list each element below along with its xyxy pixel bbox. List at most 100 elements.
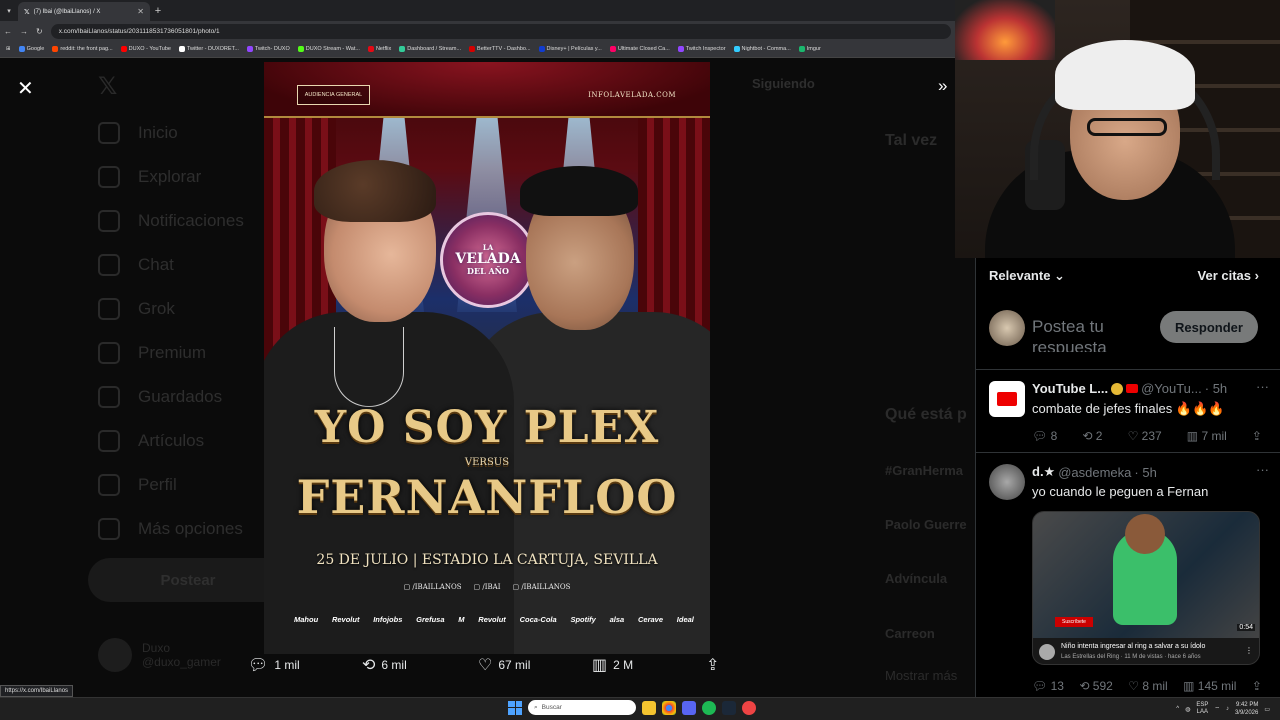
- reply-submit-button[interactable]: Responder: [1160, 311, 1258, 343]
- tab-search-icon[interactable]: ▾: [0, 7, 18, 15]
- bookmark-item[interactable]: Twitter - DUXORET...: [178, 46, 239, 52]
- reply-composer: Postea tu respuesta Responder: [976, 298, 1280, 370]
- fighter-right-hair: [520, 166, 638, 216]
- more-icon[interactable]: ···: [1256, 379, 1269, 394]
- bookmark-item[interactable]: Ultimate Closed Ca...: [609, 46, 670, 52]
- reply-input[interactable]: Postea tu respuesta: [1032, 316, 1152, 352]
- share-button[interactable]: ⇪: [706, 655, 719, 675]
- bookmark-item[interactable]: reddit: the front pag...: [52, 46, 113, 52]
- url-text: x.com/IbaiLlanos/status/2031118531736051…: [58, 27, 220, 35]
- chrome-icon[interactable]: [662, 700, 676, 715]
- heart-icon: ♡: [478, 657, 493, 674]
- avatar: [98, 638, 132, 672]
- youtube-handle: /IBAILLANOS: [404, 583, 461, 591]
- share-icon[interactable]: ⇪: [1252, 679, 1262, 693]
- poster-website: INFOLAVELADA.COM: [588, 91, 676, 99]
- repost-count[interactable]: ⟲ 2: [1082, 429, 1102, 443]
- file-explorer-icon[interactable]: [642, 700, 656, 715]
- bookmark-item[interactable]: Twitch Inspector: [677, 46, 726, 52]
- chevron-right-icon: ›: [1254, 268, 1259, 283]
- reply-count[interactable]: 💬︎ 13: [1032, 679, 1064, 693]
- taskbar-search[interactable]: ⌕ Buscar: [528, 700, 636, 715]
- repost-count[interactable]: ⟲ 592: [1079, 679, 1112, 693]
- bookmark-item[interactable]: Nightbot - Comma...: [733, 46, 791, 52]
- windows-start-icon[interactable]: [508, 700, 522, 715]
- like-button[interactable]: ♡ 67 mil: [478, 655, 530, 675]
- more-icon[interactable]: ···: [1256, 462, 1269, 477]
- repost-icon: ⟲: [362, 657, 376, 674]
- reply-button[interactable]: 💬︎ 1 mil: [248, 655, 300, 675]
- tweet-header: d.★ @asdemeka · 5h: [1032, 464, 1157, 480]
- notification-icon[interactable]: ▭: [1264, 706, 1270, 713]
- video-info: Niño intenta ingresar al ring a salvar a…: [1033, 638, 1259, 664]
- poster-title-fernanfloo: FERNANFLOO: [296, 470, 678, 524]
- nav-item-articles: Artículos: [98, 430, 204, 452]
- bookmark-item[interactable]: Netflix: [367, 46, 391, 52]
- audience-badge: AUDIENCIA GENERAL: [297, 85, 370, 105]
- close-media-icon[interactable]: ✕: [17, 76, 34, 101]
- steam-icon[interactable]: [722, 700, 736, 715]
- reply-tweet[interactable]: d.★ @asdemeka · 5h ··· yo cuando le pegu…: [976, 454, 1280, 697]
- spotify-icon[interactable]: [702, 700, 716, 715]
- bookmark-icon: [98, 386, 120, 408]
- clock[interactable]: 9:42 PM 3/9/2026: [1235, 701, 1258, 717]
- new-tab-icon[interactable]: +: [150, 5, 166, 17]
- view-quotes-link[interactable]: Ver citas ›: [1198, 268, 1259, 284]
- mail-icon: [98, 254, 120, 276]
- share-icon[interactable]: ⇪: [1252, 429, 1262, 443]
- glasses: [1087, 118, 1167, 136]
- bookmark-item[interactable]: DUXO - YouTube: [120, 46, 171, 52]
- tab-close-icon[interactable]: ✕: [137, 7, 144, 16]
- url-field[interactable]: x.com/IbaiLlanos/status/2031118531736051…: [50, 23, 951, 39]
- volume-icon[interactable]: ♪: [1226, 706, 1229, 712]
- chevron-up-icon[interactable]: ^: [1176, 706, 1179, 712]
- nav-item-explore: Explorar: [98, 166, 201, 188]
- tiktok-handle: /IBAILLANOS: [512, 583, 570, 591]
- reply-count[interactable]: 💬︎ 8: [1032, 429, 1057, 443]
- bookmark-item[interactable]: Google: [18, 46, 44, 52]
- nav-item-grok: Grok: [98, 298, 175, 320]
- app-icon[interactable]: [742, 700, 756, 715]
- bookmark-item[interactable]: Imgur: [798, 46, 821, 52]
- bookmark-item[interactable]: Dashboard / Stream...: [399, 46, 461, 52]
- browser-tab[interactable]: 𝕏 (7) Ibai (@IbaiLlanos) / X ✕: [18, 2, 150, 21]
- nav-item-bookmarks: Guardados: [98, 386, 222, 408]
- network-icon[interactable]: ◍: [1185, 706, 1190, 713]
- wifi-icon[interactable]: ⌔: [1214, 705, 1220, 713]
- chevron-down-icon: ⌄: [1054, 268, 1065, 283]
- sort-dropdown[interactable]: Relevante ⌄: [989, 268, 1065, 284]
- premium-icon: [98, 342, 120, 364]
- bookmark-item[interactable]: DUXO Stream - Wat...: [297, 46, 360, 52]
- view-count[interactable]: ▥ 145 mil: [1183, 679, 1236, 693]
- discord-icon[interactable]: [682, 700, 696, 715]
- back-icon[interactable]: ←: [4, 27, 12, 36]
- nav-item-profile: Perfil: [98, 474, 177, 496]
- search-icon: [98, 166, 120, 188]
- view-count[interactable]: ▥ 7 mil: [1187, 429, 1227, 443]
- grok-icon: [98, 298, 120, 320]
- video-duration: 0:54: [1237, 624, 1255, 631]
- bookmark-item[interactable]: Disney+ | Películas y...: [538, 46, 602, 52]
- reply-tweet[interactable]: YouTube L... @YouTu... · 5h ··· combate …: [976, 371, 1280, 453]
- reload-icon[interactable]: ↻: [36, 27, 43, 36]
- subscribe-button[interactable]: Suscríbete: [1055, 617, 1093, 627]
- apps-icon[interactable]: ⊞: [6, 46, 11, 52]
- expand-panel-icon[interactable]: »: [938, 76, 947, 96]
- like-count[interactable]: ♡ 8 mil: [1128, 679, 1167, 693]
- embedded-video[interactable]: Suscríbete 0:54 Niño intenta ingresar al…: [1032, 511, 1260, 665]
- forward-icon[interactable]: →: [20, 27, 28, 36]
- taskbar-apps: ⌕ Buscar: [508, 700, 756, 715]
- twitch-handle: /IBAI: [474, 583, 500, 591]
- account-switcher-dimmed: Duxo @duxo_gamer: [98, 638, 221, 672]
- tab-title: (7) Ibai (@IbaiLlanos) / X: [33, 8, 101, 15]
- tweet-metrics: 💬︎ 8 ⟲ 2 ♡ 237 ▥ 7 mil ⇪: [1032, 429, 1262, 443]
- video-more-icon[interactable]: ⋮: [1245, 646, 1253, 655]
- avatar: [989, 464, 1025, 500]
- repost-button[interactable]: ⟲ 6 mil: [362, 655, 407, 675]
- like-count[interactable]: ♡ 237: [1128, 429, 1162, 443]
- bookmark-item[interactable]: Twitch- DUXO: [246, 46, 290, 52]
- post-image[interactable]: AUDIENCIA GENERAL INFOLAVELADA.COM LA VE…: [264, 62, 710, 654]
- language-indicator[interactable]: ESP LAA: [1196, 702, 1208, 716]
- views-button[interactable]: ▥ 2 M: [592, 655, 633, 675]
- bookmark-item[interactable]: BetterTTV - Dashbo...: [469, 46, 531, 52]
